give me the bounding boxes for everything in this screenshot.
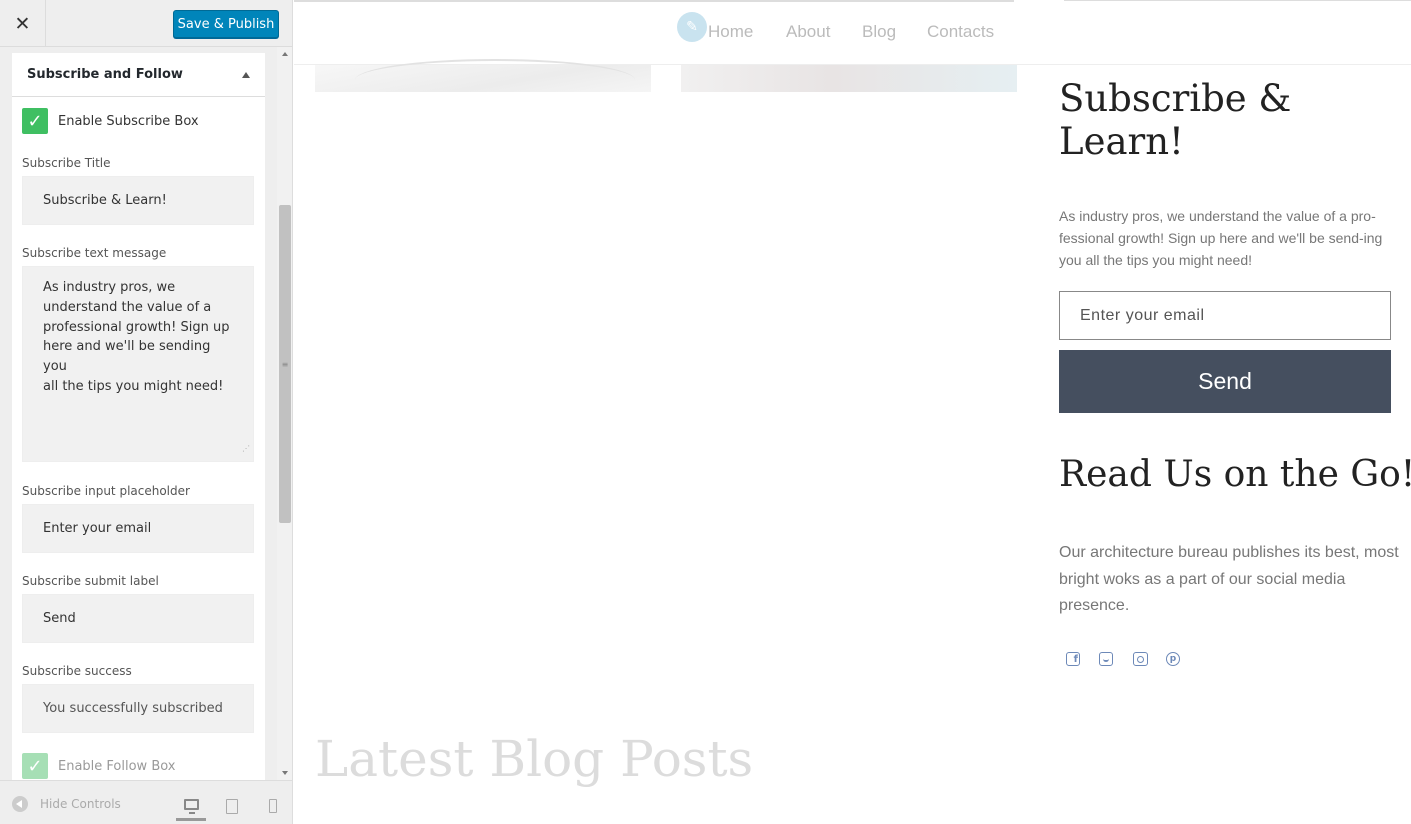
section-panel: Subscribe and Follow ✓ Enable Subscribe … — [12, 53, 265, 780]
nav-item-home[interactable]: Home — [708, 22, 753, 42]
section-title: Subscribe and Follow — [27, 67, 183, 82]
nav-item-blog[interactable]: Blog — [862, 22, 896, 42]
instagram-icon — [1132, 652, 1148, 666]
nav-item-contacts[interactable]: Contacts — [927, 22, 994, 42]
twitter-icon — [1099, 652, 1113, 666]
desktop-icon — [183, 799, 199, 814]
instagram-link[interactable] — [1132, 651, 1148, 667]
subscribe-title-label: Subscribe Title — [22, 156, 111, 170]
follow-description: Our architecture bureau publishes its be… — [1059, 544, 1399, 614]
subscribe-heading: Subscribe & Learn! — [1059, 77, 1292, 163]
enable-subscribe-row[interactable]: ✓ Enable Subscribe Box — [22, 108, 265, 134]
success-input[interactable]: You successfully subscribed — [22, 684, 254, 733]
site-preview: ✎ Home About Blog Contacts Subscribe & L… — [294, 0, 1411, 824]
save-publish-button[interactable]: Save & Publish — [173, 10, 279, 38]
enable-subscribe-label: Enable Subscribe Box — [58, 113, 199, 129]
pinterest-icon: p — [1166, 652, 1180, 666]
customizer-sidebar: ✕ Save & Publish Subscribe and Follow ✓ … — [0, 0, 293, 824]
resize-handle-icon[interactable]: ⋰ — [242, 439, 250, 459]
facebook-icon: f — [1066, 652, 1080, 666]
send-button[interactable]: Send — [1059, 350, 1391, 413]
edit-pencil-icon[interactable]: ✎ — [677, 12, 707, 42]
subscribe-description: As industry pros, we understand the valu… — [1059, 208, 1383, 268]
pinterest-link[interactable]: p — [1165, 651, 1181, 667]
nav-top-border — [294, 0, 1014, 2]
preview-mobile-button[interactable] — [258, 791, 288, 821]
customizer-footer: Hide Controls — [0, 780, 292, 824]
hide-controls-button[interactable]: Hide Controls — [12, 796, 121, 812]
enable-follow-label: Enable Follow Box — [58, 758, 176, 774]
nav-top-border-right — [1064, 0, 1411, 1]
enable-subscribe-checkbox[interactable]: ✓ — [22, 108, 48, 134]
success-label: Subscribe success — [22, 664, 132, 678]
email-input[interactable]: Enter your email — [1059, 291, 1391, 340]
facebook-link[interactable]: f — [1065, 651, 1081, 667]
caret-up-icon[interactable] — [242, 71, 250, 78]
section-header[interactable]: Subscribe and Follow — [12, 53, 265, 97]
nav-item-about[interactable]: About — [786, 22, 830, 42]
preview-desktop-button[interactable] — [176, 791, 206, 821]
site-nav: ✎ Home About Blog Contacts — [294, 0, 1411, 65]
close-icon[interactable]: ✕ — [0, 0, 46, 47]
submit-input[interactable]: Send — [22, 594, 254, 643]
enable-follow-row[interactable]: ✓ Enable Follow Box — [22, 753, 265, 779]
placeholder-input[interactable]: Enter your email — [22, 504, 254, 553]
preview-tablet-button[interactable] — [217, 791, 247, 821]
scroll-thumb[interactable]: ≡ — [279, 205, 291, 523]
subscribe-text-textarea[interactable]: As industry pros, we understand the valu… — [22, 266, 254, 462]
submit-label: Subscribe submit label — [22, 574, 159, 588]
subscribe-text-value: As industry pros, we understand the valu… — [43, 280, 230, 394]
collapse-arrow-icon — [12, 796, 28, 812]
subscribe-text-label: Subscribe text message — [22, 246, 167, 260]
twitter-link[interactable] — [1098, 651, 1114, 667]
tablet-icon — [226, 798, 238, 814]
hide-controls-label: Hide Controls — [40, 797, 121, 811]
customizer-header: ✕ Save & Publish — [0, 0, 292, 47]
project-image-2[interactable] — [681, 65, 1017, 92]
placeholder-label: Subscribe input placeholder — [22, 484, 190, 498]
scroll-down-icon[interactable] — [282, 771, 288, 775]
mobile-icon — [269, 799, 277, 813]
follow-heading: Read Us on the Go! — [1059, 454, 1411, 495]
sidebar-scrollbar[interactable]: ≡ — [277, 47, 292, 780]
latest-blog-heading: Latest Blog Posts — [315, 730, 754, 788]
enable-follow-checkbox[interactable]: ✓ — [22, 753, 48, 779]
scroll-up-icon[interactable] — [282, 52, 288, 56]
subscribe-title-input[interactable]: Subscribe & Learn! — [22, 176, 254, 225]
project-image-1[interactable] — [315, 59, 651, 92]
